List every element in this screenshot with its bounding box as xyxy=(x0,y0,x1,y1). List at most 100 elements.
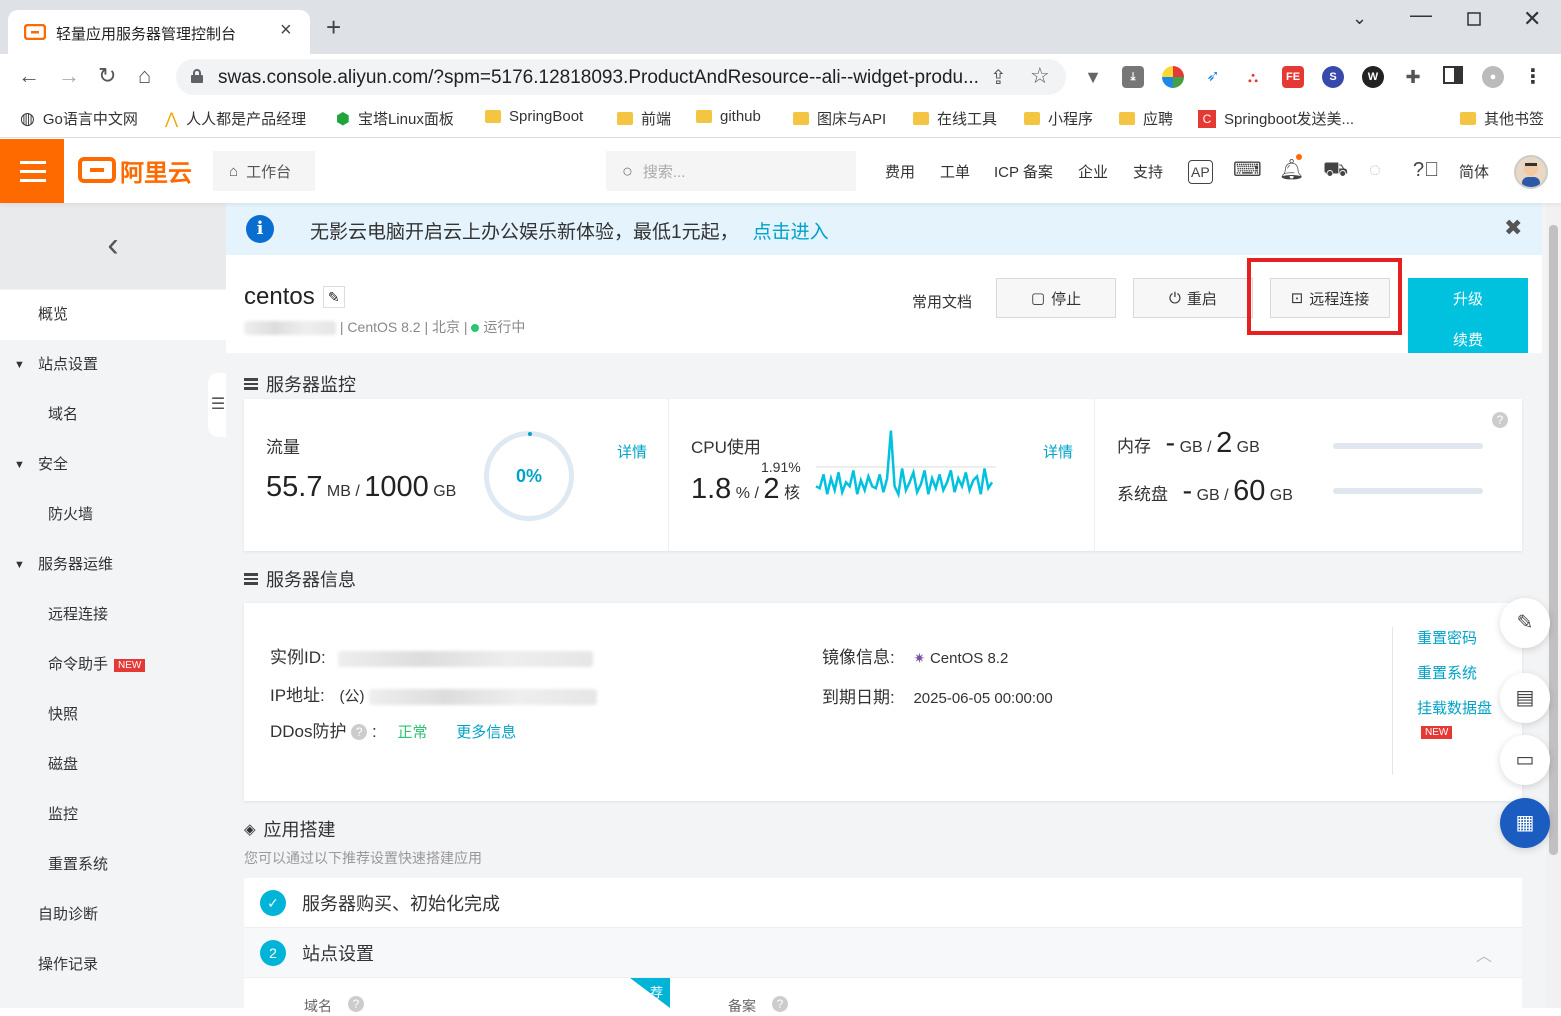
banner-link[interactable]: 点击进入 xyxy=(753,222,829,243)
extension-tree-icon[interactable]: ⛬ xyxy=(1242,66,1264,88)
omnibox[interactable]: swas.console.aliyun.com/?spm=5176.128180… xyxy=(176,59,1066,95)
bookmark-item[interactable]: 小程序 xyxy=(1024,108,1093,129)
traffic-detail-link[interactable]: 详情 xyxy=(617,441,647,462)
sidebar-toggle-handle[interactable]: ☰ xyxy=(208,373,228,437)
sidebar-item-command[interactable]: 命令助手 NEW xyxy=(0,640,226,690)
home-icon[interactable]: ⌂ xyxy=(138,64,151,88)
step-1-row[interactable]: ✓ 服务器购买、初始化完成 xyxy=(244,878,1522,928)
back-icon[interactable]: ← xyxy=(18,64,40,88)
banner-close-icon[interactable]: ✖ xyxy=(1504,215,1522,241)
help-question-icon[interactable]: ? xyxy=(348,996,364,1012)
hamburger-menu-icon[interactable] xyxy=(0,139,64,203)
reload-icon[interactable]: ↻ xyxy=(98,64,116,88)
help-question-icon[interactable]: ? xyxy=(351,724,368,740)
extension-w-icon[interactable]: W xyxy=(1362,66,1384,88)
aliyun-logo[interactable]: 阿里云 xyxy=(78,153,192,187)
console-search-input[interactable]: ○ 搜索... xyxy=(606,151,856,191)
cpu-detail-link[interactable]: 详情 xyxy=(1043,441,1073,462)
extension-v-icon[interactable]: ▼ xyxy=(1082,66,1104,88)
menu-support[interactable]: 支持 xyxy=(1133,161,1163,182)
reset-system-link[interactable]: 重置系统 xyxy=(1417,662,1492,683)
browser-tab[interactable]: 轻量应用服务器管理控制台 × xyxy=(8,10,310,54)
sidebar-item-domain[interactable]: 域名 xyxy=(0,390,226,440)
menu-enterprise[interactable]: 企业 xyxy=(1078,161,1108,182)
extension-s-icon[interactable]: S xyxy=(1322,66,1344,88)
bookmark-item[interactable]: github xyxy=(696,108,761,125)
share-icon[interactable]: ⇪ xyxy=(990,65,1007,90)
bookmark-item[interactable]: SpringBoot xyxy=(485,108,583,125)
forward-icon[interactable]: → xyxy=(58,64,80,88)
edit-pencil-icon[interactable]: ✎ xyxy=(322,286,345,308)
bell-icon[interactable]: 🔔︎ xyxy=(1279,159,1304,181)
close-window-icon[interactable]: ✕ xyxy=(1523,6,1541,32)
docs-link[interactable]: 常用文档 xyxy=(912,291,972,312)
reset-password-link[interactable]: 重置密码 xyxy=(1417,627,1492,648)
help-question-icon[interactable]: ? xyxy=(1492,412,1508,428)
other-bookmarks[interactable]: 其他书签 xyxy=(1460,108,1544,129)
sidebar-group-ops[interactable]: ▼ 服务器运维 xyxy=(0,540,226,590)
new-tab-icon[interactable]: + xyxy=(326,14,341,40)
upgrade-renew-button[interactable]: 升级 续费 xyxy=(1408,278,1528,353)
sidebar-item-disk[interactable]: 磁盘 xyxy=(0,740,226,790)
bookmark-item[interactable]: 图床与API xyxy=(793,108,886,129)
bookmark-item[interactable]: C Springboot发送美... xyxy=(1198,108,1354,129)
minimize-icon[interactable]: — xyxy=(1410,2,1432,28)
bookmark-item[interactable]: 在线工具 xyxy=(913,108,997,129)
cart-icon[interactable]: ⛟ xyxy=(1323,159,1348,181)
sidebar-group-security[interactable]: ▼ 安全 xyxy=(0,440,226,490)
restart-button[interactable]: ⏻ 重启 xyxy=(1133,278,1253,318)
menu-icp[interactable]: ICP 备案 xyxy=(994,161,1053,182)
help-question-icon[interactable]: ? xyxy=(772,996,788,1012)
sidebar-item-logs[interactable]: 操作记录 xyxy=(0,940,226,990)
docs-book-icon[interactable]: ▤ xyxy=(1500,673,1550,723)
language-switch[interactable]: 简体 xyxy=(1459,161,1489,182)
step-2-row[interactable]: 2 站点设置 ︿ xyxy=(244,928,1522,978)
page-scrollbar[interactable] xyxy=(1546,203,1561,1008)
profile-icon[interactable]: ● xyxy=(1482,66,1504,88)
help-icon[interactable]: ?⃝ xyxy=(1413,159,1439,181)
menu-ticket[interactable]: 工单 xyxy=(940,161,970,182)
bookmark-item[interactable]: 应聘 xyxy=(1119,108,1173,129)
menu-kebab-icon[interactable]: ⋮ xyxy=(1522,66,1544,88)
sidebar-item-remote[interactable]: 远程连接 xyxy=(0,590,226,640)
sidebar-collapse-icon[interactable]: ‹ xyxy=(0,203,226,289)
bookmark-item[interactable]: ◍ Go语言中文网 xyxy=(20,108,138,129)
maximize-icon[interactable] xyxy=(1467,10,1481,31)
bookmark-item[interactable]: ⋀ 人人都是产品经理 xyxy=(165,108,306,129)
workbench-button[interactable]: ⌂ 工作台 xyxy=(213,151,315,191)
stop-button[interactable]: ▢ 停止 xyxy=(996,278,1116,318)
terminal-icon[interactable]: ⌨ xyxy=(1233,159,1262,181)
sidebar-item-overview[interactable]: 概览 xyxy=(0,290,226,340)
sidebar-item-firewall[interactable]: 防火墙 xyxy=(0,490,226,540)
tab-search-icon[interactable]: ⌄ xyxy=(1352,8,1367,29)
chevron-up-icon[interactable]: ︿ xyxy=(1476,942,1492,966)
feedback-edit-icon[interactable]: ✎ xyxy=(1500,598,1550,648)
sidebar-item-snapshot[interactable]: 快照 xyxy=(0,690,226,740)
rocket-icon[interactable]: ➶ xyxy=(1202,66,1224,88)
sidebar-item-monitor[interactable]: 监控 xyxy=(0,790,226,840)
lightbulb-icon[interactable]: ◌ xyxy=(1369,159,1381,181)
mount-disk-link[interactable]: 挂载数据盘 xyxy=(1417,697,1492,718)
puzzle-icon[interactable]: ✚ xyxy=(1402,66,1424,88)
new-badge: NEW xyxy=(1421,726,1453,740)
apps-grid-icon[interactable]: ▦ xyxy=(1500,798,1550,848)
scrollbar-thumb[interactable] xyxy=(1549,225,1558,855)
avatar[interactable] xyxy=(1514,155,1548,189)
sidebar-item-reset[interactable]: 重置系统 xyxy=(0,840,226,890)
fe-icon[interactable]: FE xyxy=(1282,66,1304,88)
sidepanel-icon[interactable] xyxy=(1442,66,1464,88)
extension-color-icon[interactable] xyxy=(1162,66,1184,88)
menu-fee[interactable]: 费用 xyxy=(885,161,915,182)
bookmark-star-icon[interactable]: ☆ xyxy=(1030,63,1050,89)
tab-close-icon[interactable]: × xyxy=(280,19,292,42)
upgrade-label[interactable]: 升级 xyxy=(1408,288,1528,309)
chat-bubble-icon[interactable]: ▭ xyxy=(1500,735,1550,785)
more-info-link[interactable]: 更多信息 xyxy=(456,724,516,741)
renew-label[interactable]: 续费 xyxy=(1408,329,1528,350)
bookmark-item[interactable]: ⬢ 宝塔Linux面板 xyxy=(336,108,454,129)
sidebar-group-site[interactable]: ▼ 站点设置 xyxy=(0,340,226,390)
bookmark-item[interactable]: 前端 xyxy=(617,108,671,129)
sidebar-item-diagnose[interactable]: 自助诊断 xyxy=(0,890,226,940)
download-icon[interactable]: ⤓ xyxy=(1122,66,1144,88)
app-icon[interactable]: AP xyxy=(1188,160,1213,184)
